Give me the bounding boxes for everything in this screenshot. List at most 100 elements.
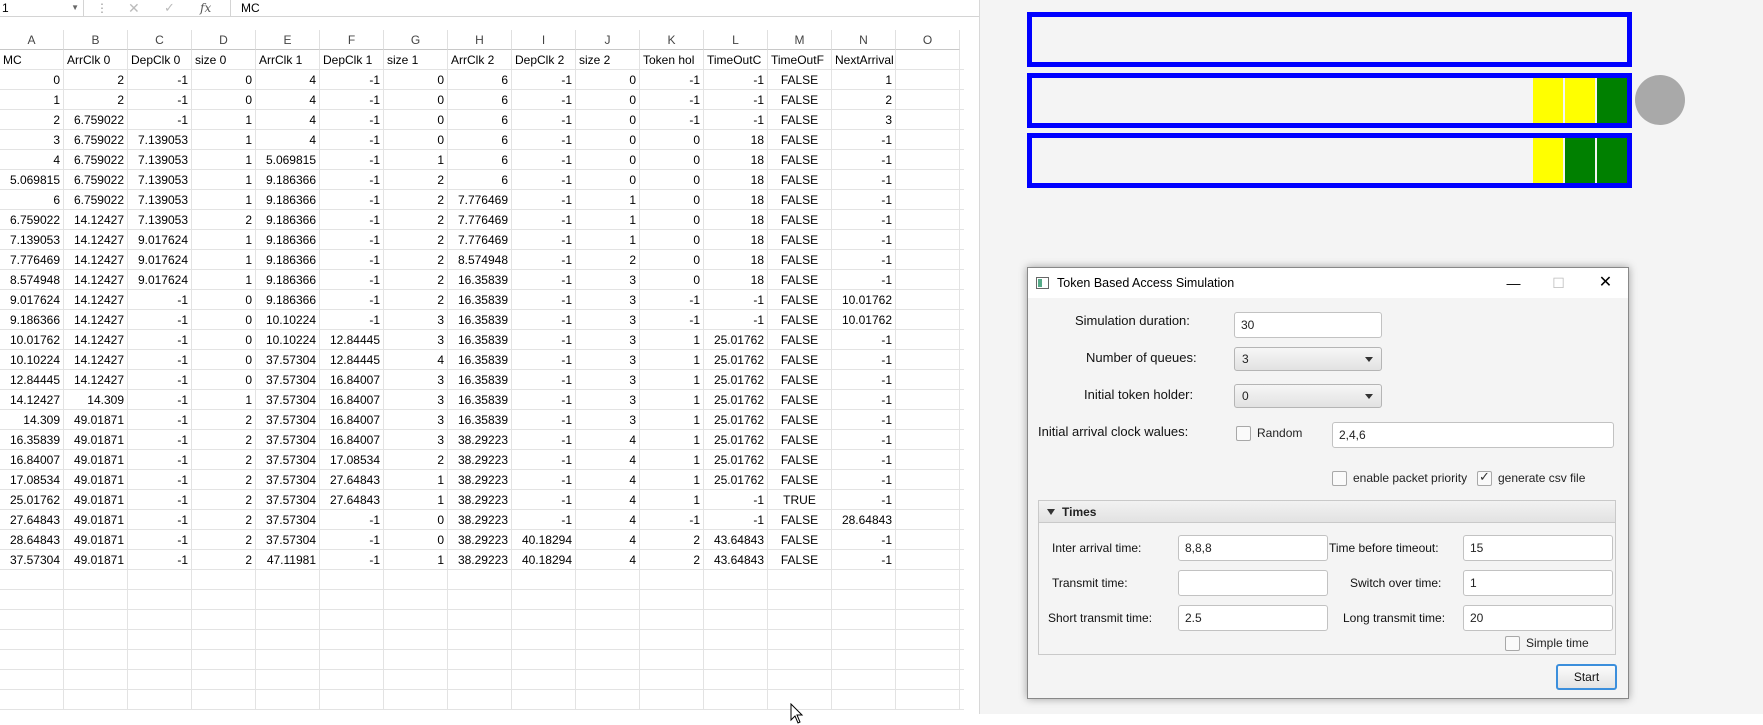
initial-arrival-field[interactable]: 2,4,6 (1332, 422, 1614, 448)
table-cell[interactable]: -1 (832, 450, 896, 470)
table-cell[interactable]: 7.139053 (0, 230, 64, 250)
table-cell[interactable] (896, 290, 960, 310)
table-cell[interactable]: 9.017624 (128, 270, 192, 290)
table-cell[interactable]: 37.57304 (256, 470, 320, 490)
table-cell[interactable] (896, 430, 960, 450)
table-cell[interactable]: 2 (192, 490, 256, 510)
table-cell[interactable] (896, 90, 960, 110)
table-cell[interactable]: 49.01871 (64, 470, 128, 490)
table-cell[interactable]: 12.84445 (320, 330, 384, 350)
table-cell[interactable] (256, 670, 320, 690)
table-cell[interactable] (64, 650, 128, 670)
table-cell[interactable]: 4 (576, 450, 640, 470)
table-cell[interactable] (896, 330, 960, 350)
table-cell[interactable]: 40.18294 (512, 550, 576, 570)
table-cell[interactable]: 14.309 (64, 390, 128, 410)
table-cell[interactable] (768, 650, 832, 670)
table-cell[interactable]: -1 (128, 470, 192, 490)
table-cell[interactable]: 2 (384, 290, 448, 310)
table-cell[interactable]: FALSE (768, 390, 832, 410)
table-cell[interactable]: -1 (512, 230, 576, 250)
table-cell[interactable]: 5.069815 (0, 170, 64, 190)
table-cell[interactable] (896, 650, 960, 670)
table-cell[interactable]: 7.139053 (128, 170, 192, 190)
table-cell[interactable]: 17.08534 (320, 450, 384, 470)
table-cell[interactable]: -1 (832, 150, 896, 170)
table-cell[interactable]: FALSE (768, 110, 832, 130)
table-cell[interactable]: 6.759022 (0, 210, 64, 230)
table-cell[interactable] (192, 650, 256, 670)
table-cell[interactable]: 1 (384, 490, 448, 510)
table-cell[interactable]: 0 (192, 330, 256, 350)
table-cell[interactable]: FALSE (768, 470, 832, 490)
table-cell[interactable] (896, 510, 960, 530)
table-cell[interactable]: -1 (704, 90, 768, 110)
table-cell[interactable]: -1 (320, 150, 384, 170)
table-cell[interactable]: 14.12427 (64, 290, 128, 310)
table-cell[interactable]: -1 (832, 550, 896, 570)
table-cell[interactable]: 9.186366 (256, 250, 320, 270)
table-cell[interactable]: -1 (128, 530, 192, 550)
table-cell[interactable]: 3 (0, 130, 64, 150)
table-cell[interactable]: 49.01871 (64, 530, 128, 550)
table-cell[interactable]: DepClk 0 (128, 50, 192, 70)
table-cell[interactable]: FALSE (768, 350, 832, 370)
table-cell[interactable] (896, 110, 960, 130)
table-cell[interactable]: 0 (576, 150, 640, 170)
table-cell[interactable] (448, 610, 512, 630)
table-cell[interactable]: 1 (640, 470, 704, 490)
table-cell[interactable]: FALSE (768, 510, 832, 530)
table-cell[interactable]: -1 (320, 310, 384, 330)
table-cell[interactable]: -1 (704, 70, 768, 90)
table-cell[interactable] (576, 690, 640, 710)
table-cell[interactable] (832, 630, 896, 650)
table-cell[interactable]: 1 (640, 370, 704, 390)
table-cell[interactable]: Token hol (640, 50, 704, 70)
table-cell[interactable]: 0 (640, 270, 704, 290)
table-cell[interactable]: -1 (512, 330, 576, 350)
table-cell[interactable] (832, 670, 896, 690)
table-cell[interactable] (768, 590, 832, 610)
table-cell[interactable] (896, 610, 960, 630)
table-cell[interactable]: 10.01762 (832, 290, 896, 310)
table-cell[interactable]: 1 (384, 150, 448, 170)
table-cell[interactable]: 14.309 (0, 410, 64, 430)
table-cell[interactable] (384, 630, 448, 650)
table-cell[interactable]: -1 (320, 130, 384, 150)
table-cell[interactable] (576, 570, 640, 590)
table-cell[interactable]: -1 (128, 110, 192, 130)
table-cell[interactable] (576, 610, 640, 630)
maximize-icon[interactable]: ☐ (1536, 268, 1581, 298)
table-cell[interactable]: -1 (128, 430, 192, 450)
table-cell[interactable]: 3 (384, 390, 448, 410)
table-cell[interactable]: 7.776469 (0, 250, 64, 270)
column-header-m[interactable]: M (768, 30, 832, 50)
table-cell[interactable]: -1 (320, 270, 384, 290)
minimize-icon[interactable]: — (1491, 268, 1536, 298)
table-cell[interactable]: FALSE (768, 430, 832, 450)
table-cell[interactable]: -1 (128, 370, 192, 390)
table-cell[interactable] (320, 590, 384, 610)
name-box[interactable]: 1 ▼ (0, 0, 84, 16)
table-cell[interactable]: 7.139053 (128, 210, 192, 230)
table-cell[interactable]: 6.759022 (64, 110, 128, 130)
table-cell[interactable]: 16.35839 (448, 350, 512, 370)
table-cell[interactable]: 38.29223 (448, 430, 512, 450)
table-cell[interactable]: -1 (512, 510, 576, 530)
table-cell[interactable] (320, 690, 384, 710)
column-header-d[interactable]: D (192, 30, 256, 50)
table-cell[interactable]: 16.35839 (0, 430, 64, 450)
table-cell[interactable]: 2 (384, 210, 448, 230)
table-cell[interactable] (768, 610, 832, 630)
table-cell[interactable]: -1 (128, 550, 192, 570)
table-cell[interactable]: 25.01762 (704, 430, 768, 450)
table-cell[interactable]: 3 (576, 350, 640, 370)
table-cell[interactable]: 7.776469 (448, 190, 512, 210)
table-cell[interactable]: -1 (832, 530, 896, 550)
table-cell[interactable]: 1 (640, 390, 704, 410)
table-cell[interactable] (704, 650, 768, 670)
table-cell[interactable]: 9.017624 (128, 230, 192, 250)
table-cell[interactable]: 4 (576, 530, 640, 550)
table-cell[interactable] (128, 650, 192, 670)
table-cell[interactable]: -1 (320, 110, 384, 130)
